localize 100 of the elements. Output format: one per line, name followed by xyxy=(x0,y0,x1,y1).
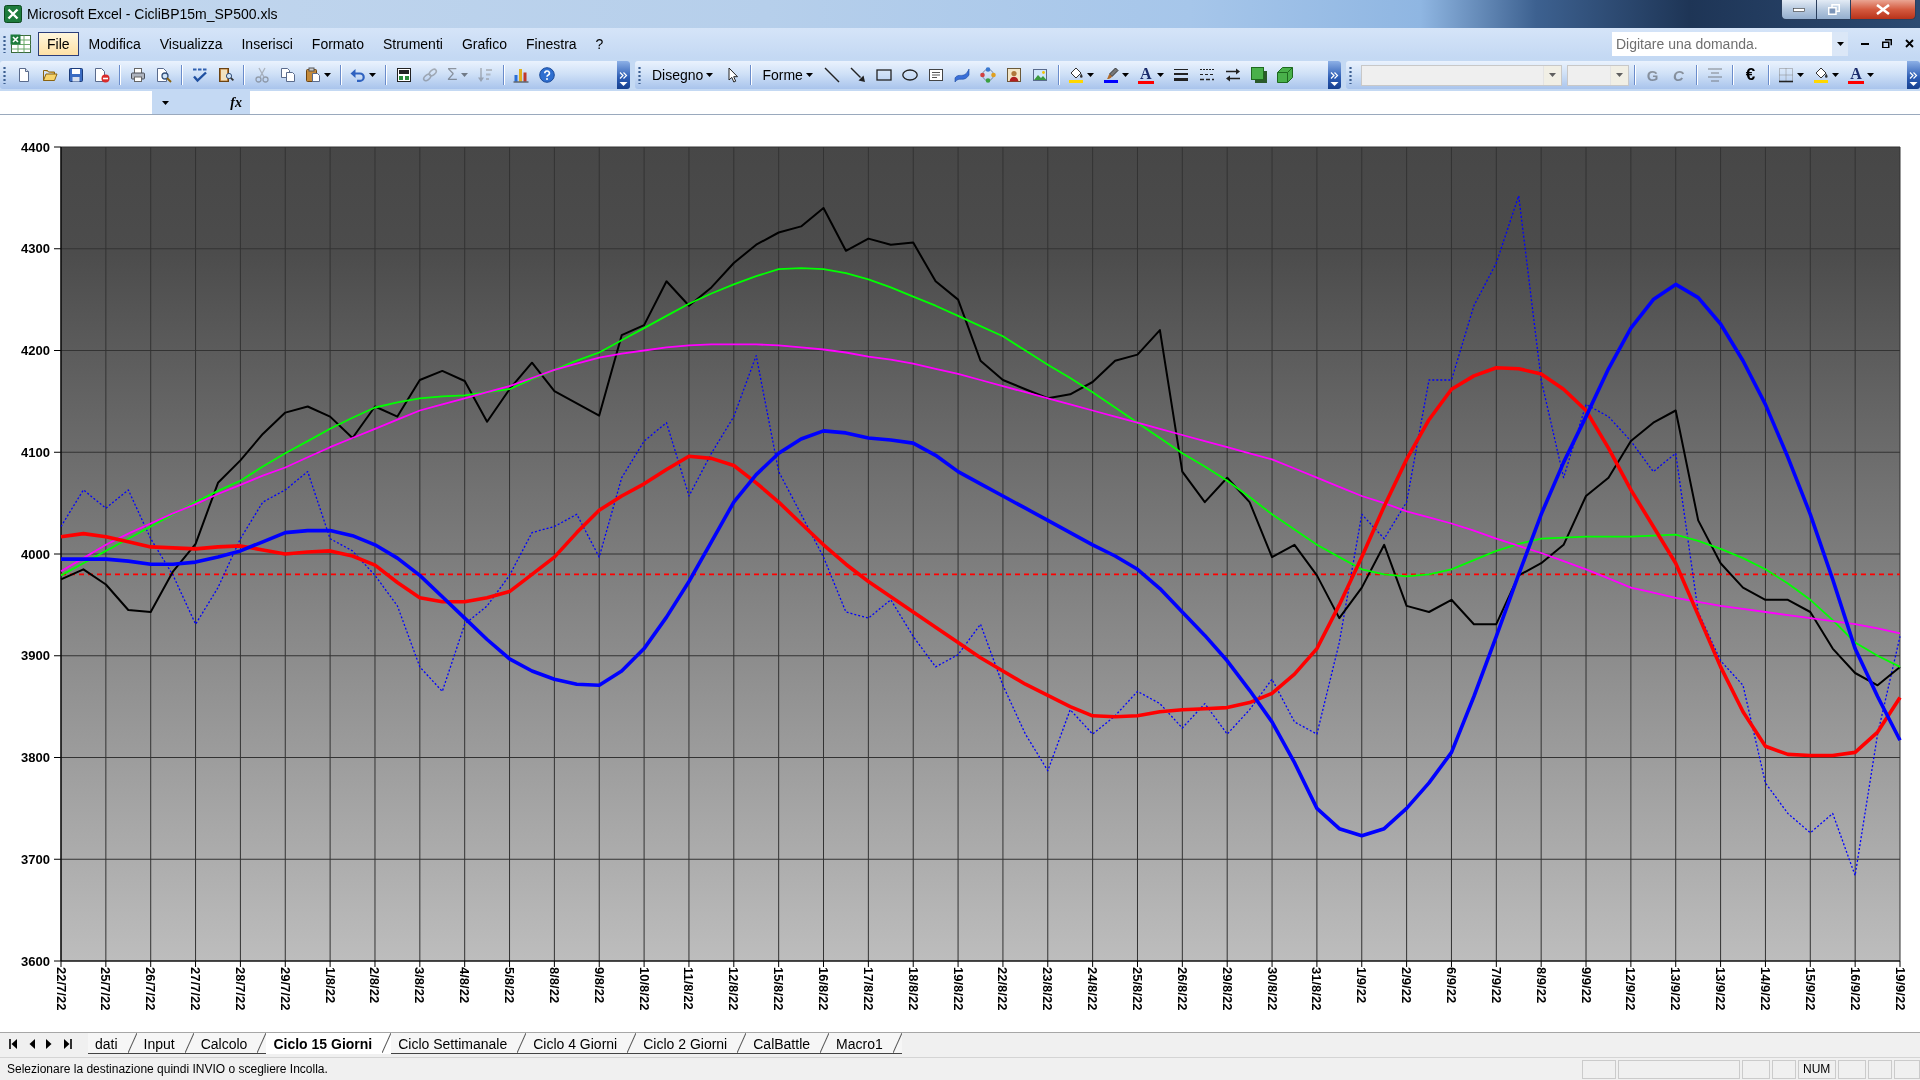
axis-label: 3800 xyxy=(21,750,50,765)
caret-icon xyxy=(1836,41,1844,46)
shadow-icon xyxy=(1251,67,1268,83)
toolbar-grip[interactable] xyxy=(3,66,6,84)
sheet-tab[interactable]: Ciclo 15 Giorni xyxy=(266,1033,392,1054)
question-dropdown-button[interactable] xyxy=(1832,31,1848,56)
font-color-button[interactable]: A xyxy=(1844,63,1878,87)
menu-item[interactable]: File xyxy=(38,31,79,56)
axis-label: 16/8/22 xyxy=(816,967,831,1011)
sheet-tab[interactable]: dati xyxy=(88,1033,137,1054)
skip-start-icon xyxy=(8,1039,18,1049)
axis-label: 4300 xyxy=(21,241,50,257)
window-title: Microsoft Excel - CicliBP15m_SP500.xls xyxy=(27,6,278,22)
chevron-icon xyxy=(619,72,628,86)
axis-label: 13/9/22 xyxy=(1668,967,1684,1011)
sort-icon xyxy=(477,67,493,83)
rectangle-icon xyxy=(876,67,893,83)
minimize-icon xyxy=(1861,42,1869,45)
axis-label: 3900 xyxy=(21,648,50,664)
menu-item[interactable]: Formato xyxy=(302,31,373,56)
sheet-tab[interactable]: Ciclo 2 Giorni xyxy=(636,1033,747,1054)
menu-item[interactable]: Strumenti xyxy=(373,31,452,56)
sheet-tab[interactable]: CalBattle xyxy=(746,1033,830,1054)
axis-label: 4100 xyxy=(21,444,50,460)
drawing-menu-button[interactable]: Disegno xyxy=(646,63,720,87)
menu-item[interactable]: Modifica xyxy=(79,31,150,56)
axis-label: 1/9/22 xyxy=(1354,967,1370,1004)
formula-field[interactable] xyxy=(250,91,1920,114)
axis-label: 4400 xyxy=(21,139,50,155)
first-sheet-button[interactable] xyxy=(6,1038,20,1050)
toolbar-options-button[interactable] xyxy=(617,61,630,89)
axis-label: 24/8/22 xyxy=(1085,967,1101,1011)
arrow-icon xyxy=(850,67,867,83)
bar-chart-icon xyxy=(513,67,529,83)
axis-label: 10/8/22 xyxy=(636,967,652,1011)
axis-label: 1/8/22 xyxy=(322,967,338,1004)
menu-item[interactable]: Finestra xyxy=(517,31,586,56)
insert-function-button[interactable]: fx xyxy=(222,91,250,114)
axis-label: 14/9/22 xyxy=(1757,967,1773,1011)
axis-label: 15/8/22 xyxy=(771,967,787,1011)
sheet-tab[interactable]: Ciclo Settimanale xyxy=(391,1033,527,1054)
chain-link-icon xyxy=(421,67,438,83)
restore-button[interactable] xyxy=(1816,0,1851,20)
clipboard-icon xyxy=(305,67,321,83)
axis-label: 4000 xyxy=(21,546,50,562)
axis-label: 25/7/22 xyxy=(98,967,114,1011)
axis-label: 12/9/22 xyxy=(1623,967,1639,1011)
workbook-icon[interactable] xyxy=(10,33,32,54)
menu-item[interactable]: Visualizza xyxy=(150,31,232,56)
sheet-tab[interactable]: Calcolo xyxy=(193,1033,267,1054)
toolbar-grip[interactable] xyxy=(1349,66,1352,84)
axis-label: 22/7/22 xyxy=(53,967,69,1011)
app-icon[interactable] xyxy=(4,5,22,23)
sheet-tab[interactable]: Ciclo 4 Giorni xyxy=(526,1033,637,1054)
axis-label: 3/8/22 xyxy=(412,967,428,1004)
restore-icon xyxy=(1827,4,1840,15)
axis-label: 9/9/22 xyxy=(1578,967,1594,1004)
toolbar-grip[interactable] xyxy=(3,34,6,53)
status-indicator: NUM xyxy=(1798,1059,1836,1079)
toolbar-options-button[interactable] xyxy=(1328,61,1341,89)
close-button[interactable] xyxy=(1851,0,1916,20)
restore-icon xyxy=(1882,39,1892,48)
euro-button[interactable]: € xyxy=(1738,63,1763,87)
undo-icon xyxy=(350,67,366,83)
axis-label: 7/9/22 xyxy=(1488,967,1504,1004)
page-magnifier-icon xyxy=(155,67,172,83)
axis-label: 22/8/22 xyxy=(995,967,1011,1011)
axis-label: 6/9/22 xyxy=(1443,967,1459,1004)
close-icon xyxy=(1876,4,1890,15)
shapes-menu-button[interactable]: Forme xyxy=(756,63,819,87)
help-icon xyxy=(539,67,555,83)
chevron-icon xyxy=(1909,72,1918,86)
calculator-icon xyxy=(395,67,412,83)
picture-icon xyxy=(1032,67,1049,83)
axis-label: 27/7/22 xyxy=(188,967,204,1011)
axis-label: 13/9/22 xyxy=(1713,967,1729,1011)
axis-label: 2/9/22 xyxy=(1399,967,1415,1004)
axis-label: 23/8/22 xyxy=(1040,967,1056,1011)
toolbar-grip[interactable] xyxy=(638,66,641,84)
borders-icon xyxy=(1778,67,1794,83)
font-color-button[interactable]: A xyxy=(1133,63,1168,87)
sheet-tab[interactable]: Input xyxy=(136,1033,194,1054)
caret-icon xyxy=(706,73,714,77)
minimize-button[interactable] xyxy=(1781,0,1816,20)
caret-icon xyxy=(1616,73,1623,77)
question-field[interactable]: Digitare una domanda. xyxy=(1612,31,1832,56)
axis-label: 18/8/22 xyxy=(905,967,921,1011)
toolbar-options-button[interactable] xyxy=(1907,61,1920,89)
axis-label: 29/7/22 xyxy=(277,967,293,1011)
axis-label: 25/8/22 xyxy=(1130,967,1145,1011)
brush-icon xyxy=(1102,67,1119,83)
caret-icon xyxy=(805,73,813,77)
sheet-tab[interactable]: Macro1 xyxy=(829,1033,902,1054)
page-stop-icon xyxy=(93,67,110,83)
menu-item[interactable]: Inserisci xyxy=(232,31,302,56)
oval-icon xyxy=(902,67,919,83)
axis-label: 11/8/22 xyxy=(681,967,697,1010)
menu-item[interactable]: Grafico xyxy=(452,31,516,56)
axis-label: 3600 xyxy=(21,953,50,969)
menu-item[interactable]: ? xyxy=(586,31,613,56)
